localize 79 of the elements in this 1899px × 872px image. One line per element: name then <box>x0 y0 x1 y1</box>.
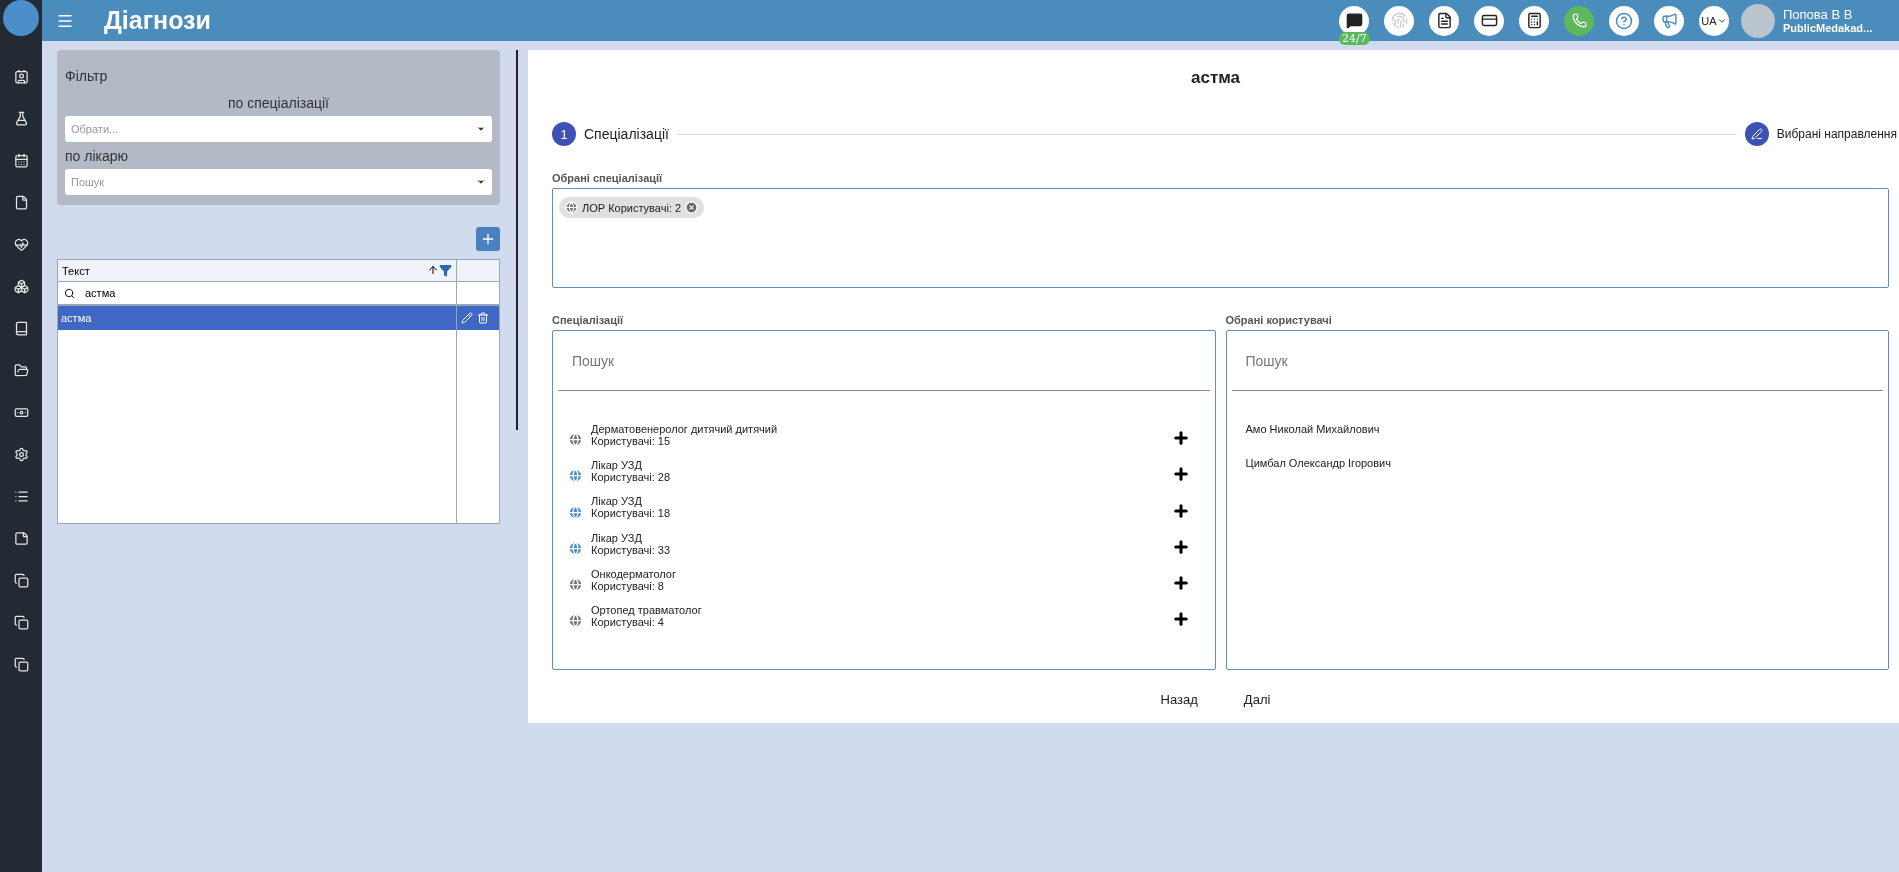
back-button[interactable]: Назад <box>1156 688 1202 711</box>
contact-card-icon[interactable] <box>13 69 29 84</box>
user-item[interactable]: Амо Николай Михайлович <box>1231 391 1883 435</box>
user-item[interactable]: Цимбал Олександр Ігорович <box>1231 435 1883 469</box>
users-count: Користувачі: 28 <box>591 471 672 484</box>
doctor-label: по лікарю <box>65 148 130 164</box>
heart-pulse-icon[interactable] <box>13 237 29 252</box>
document-icon[interactable] <box>13 195 29 210</box>
users-count: Користувачі: 33 <box>591 543 672 556</box>
calculator-button[interactable] <box>1519 5 1549 36</box>
help-icon[interactable] <box>1615 11 1633 30</box>
folder-icon[interactable] <box>13 363 29 378</box>
specialization-name: Лікар УЗД <box>591 531 643 544</box>
add-icon[interactable] <box>1171 465 1190 484</box>
step-label[interactable]: Спеціалізації <box>584 126 669 142</box>
flask-icon[interactable] <box>13 111 29 126</box>
delete-icon[interactable] <box>477 312 489 324</box>
specialization-name: Лікар УЗД <box>591 459 643 472</box>
specialization-name: Онкодерматолог <box>591 567 677 580</box>
app-logo <box>3 0 39 36</box>
sort-icon[interactable] <box>427 264 439 276</box>
caret-icon[interactable] <box>476 124 486 134</box>
globe-icon <box>565 201 578 214</box>
step-edit-icon <box>1744 122 1769 146</box>
pdf-button[interactable] <box>1429 5 1459 36</box>
chat-badge: 24/7 <box>1339 31 1370 45</box>
specialization-label: по спеціалізації <box>226 95 330 111</box>
copy-icon[interactable] <box>13 573 29 588</box>
users-count: Користувачі: 4 <box>591 616 665 629</box>
language-button[interactable]: UA <box>1699 5 1729 36</box>
book-icon[interactable] <box>13 321 29 336</box>
card-button[interactable] <box>1474 5 1504 36</box>
copy-icon[interactable] <box>13 615 29 630</box>
table-row[interactable]: астма <box>58 306 457 330</box>
add-icon[interactable] <box>1171 501 1190 520</box>
specialization-name: Ортопед травматолог <box>591 603 703 617</box>
note-icon[interactable] <box>13 531 29 546</box>
add-icon[interactable] <box>1171 537 1190 556</box>
add-icon[interactable] <box>1171 610 1190 629</box>
document-icon[interactable] <box>1435 12 1453 29</box>
add-icon[interactable] <box>1171 429 1190 448</box>
next-button[interactable]: Далі <box>1239 688 1275 711</box>
card-title: астма <box>1189 68 1241 88</box>
filter-icon[interactable] <box>439 264 452 277</box>
edit-icon[interactable] <box>461 312 473 324</box>
user-organization: PublicMedakad... <box>1783 22 1874 34</box>
phone-button[interactable] <box>1564 5 1594 36</box>
calculator-icon[interactable] <box>1525 12 1543 29</box>
page-title: Діагнози <box>104 6 212 35</box>
copy-icon[interactable] <box>13 657 29 672</box>
search-icon[interactable] <box>64 287 75 299</box>
users-count: Користувачі: 18 <box>591 507 672 520</box>
users-count: Користувачі: 8 <box>591 579 664 592</box>
field-label: Обрані спеціалізації <box>552 172 664 184</box>
calendar-icon[interactable] <box>13 153 29 168</box>
signature-button[interactable] <box>1384 5 1414 36</box>
field-label: Обрані користувачі <box>1225 314 1333 326</box>
field-label: Спеціалізації <box>552 314 625 326</box>
banknote-icon[interactable] <box>13 405 29 420</box>
add-icon[interactable] <box>1171 573 1190 592</box>
help-button[interactable] <box>1609 5 1639 36</box>
chat-icon[interactable] <box>1345 12 1363 29</box>
specialization-chip[interactable]: ЛОР Користувачі: 2 <box>559 197 705 218</box>
users-count: Користувачі: 15 <box>591 435 672 448</box>
credit-card-icon[interactable] <box>1480 12 1498 29</box>
list-icon[interactable] <box>13 489 29 504</box>
boxes-icon[interactable] <box>13 279 29 294</box>
specialization-name: Дерматовенеролог дитячий дитячий <box>591 423 779 436</box>
column-header[interactable]: Текст <box>62 264 90 277</box>
step-number: 1 <box>552 122 576 146</box>
remove-icon[interactable] <box>685 201 699 214</box>
megaphone-icon[interactable] <box>1660 12 1678 29</box>
caret-icon[interactable] <box>476 177 486 187</box>
megaphone-button[interactable] <box>1654 5 1684 36</box>
step-label[interactable]: Вибрані направлення <box>1776 127 1897 141</box>
settings-icon[interactable] <box>13 447 29 462</box>
specialization-name: Лікар УЗД <box>591 495 643 508</box>
filter-title: Фільтр <box>65 68 109 84</box>
user-name: Попова В В <box>1783 7 1854 22</box>
